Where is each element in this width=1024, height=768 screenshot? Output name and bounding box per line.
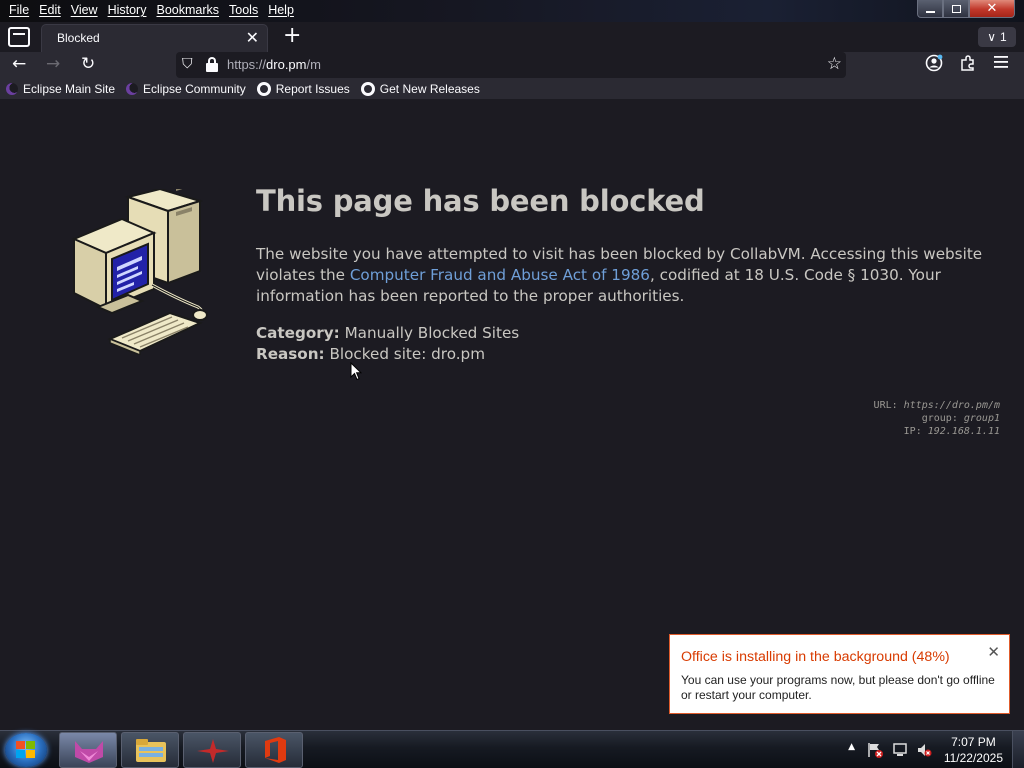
reason-value: Blocked site: dro.pm <box>329 345 485 363</box>
category-value: Manually Blocked Sites <box>344 324 520 342</box>
menu-bar: File Edit View History Bookmarks Tools H… <box>0 0 1024 22</box>
extensions-puzzle-icon[interactable] <box>959 54 977 77</box>
list-all-tabs-button[interactable]: ∨ 1 <box>978 27 1016 47</box>
browser-fox-icon <box>75 741 103 763</box>
tab-blocked[interactable]: Blocked ✕ <box>42 25 267 52</box>
menu-file[interactable]: File <box>4 2 34 18</box>
menu-edit[interactable]: Edit <box>34 2 66 18</box>
mouse-cursor-icon <box>350 362 362 381</box>
clock-date: 11/22/2025 <box>943 751 1003 765</box>
forward-arrow-icon[interactable]: → <box>46 54 60 74</box>
bookmark-label: Get New Releases <box>379 81 480 96</box>
computer-illustration <box>71 189 208 355</box>
minimize-icon <box>925 10 935 13</box>
new-tab-plus-icon[interactable]: + <box>283 25 301 47</box>
start-button[interactable] <box>5 733 47 767</box>
volume-muted-icon[interactable] <box>916 742 932 758</box>
chevron-down-icon: ∨ <box>987 30 997 44</box>
back-arrow-icon[interactable]: ← <box>12 54 26 74</box>
navigation-toolbar: ← → ↻ ⛉ https://dro.pm/m ☆ <box>0 52 1024 78</box>
minimize-button[interactable] <box>917 0 943 18</box>
block-description: The website you have attempted to visit … <box>256 244 996 307</box>
menu-bookmarks[interactable]: Bookmarks <box>151 2 224 18</box>
taskbar-office-button[interactable] <box>245 732 303 768</box>
meta-group: group: group1 <box>921 413 1000 424</box>
reason-label: Reason: <box>256 345 325 363</box>
windows-logo-icon <box>16 741 36 759</box>
cfaa-link[interactable]: Computer Fraud and Abuse Act of 1986 <box>350 266 650 284</box>
clock[interactable]: 7:07 PM 11/22/2025 <box>944 734 1003 766</box>
meta-ip: IP: 192.168.1.11 <box>903 426 1000 437</box>
page-title: This page has been blocked <box>256 184 705 218</box>
show-hidden-icons-chevron-icon[interactable]: ▲ <box>848 742 855 752</box>
bookmark-eclipse-main-site[interactable]: Eclipse Main Site <box>6 82 115 96</box>
show-desktop-button[interactable] <box>1012 731 1024 768</box>
tab-count: 1 <box>1000 30 1007 44</box>
url-bar[interactable]: ⛉ https://dro.pm/m ☆ <box>176 52 846 78</box>
reload-icon[interactable]: ↻ <box>81 54 95 74</box>
taskbar: ▲ 7:07 PM 11/22/2025 <box>0 730 1024 768</box>
network-icon[interactable] <box>892 742 908 758</box>
github-icon <box>256 81 271 96</box>
office-install-notification[interactable]: Office is installing in the background (… <box>669 634 1010 714</box>
category-line: Category: Manually Blocked Sites <box>256 324 519 342</box>
reason-line: Reason: Blocked site: dro.pm <box>256 345 485 363</box>
firefox-view-icon[interactable] <box>8 27 30 47</box>
menu-tools[interactable]: Tools <box>224 2 263 18</box>
tab-close-icon[interactable]: ✕ <box>246 28 259 47</box>
bookmark-star-icon[interactable]: ☆ <box>827 54 842 74</box>
taskbar-browser-button[interactable] <box>59 732 117 768</box>
category-label: Category: <box>256 324 340 342</box>
action-center-flag-icon[interactable] <box>867 742 883 758</box>
shield-icon[interactable]: ⛉ <box>182 56 193 72</box>
restore-button[interactable] <box>943 0 969 18</box>
bookmark-eclipse-community[interactable]: Eclipse Community <box>126 82 246 96</box>
notification-body: You can use your programs now, but pleas… <box>681 673 995 702</box>
lock-icon[interactable] <box>206 57 218 72</box>
bookmark-get-new-releases[interactable]: Get New Releases <box>360 81 480 96</box>
close-icon: ✕ <box>986 1 998 16</box>
eclipse-icon <box>126 82 139 95</box>
url-text[interactable]: https://dro.pm/m <box>227 57 321 72</box>
tab-title: Blocked <box>57 31 100 45</box>
tab-strip: Blocked ✕ + ∨ 1 <box>0 22 1024 52</box>
account-icon[interactable] <box>925 54 943 77</box>
menu-history[interactable]: History <box>103 2 152 18</box>
eclipse-icon <box>6 82 18 95</box>
clock-time: 7:07 PM <box>951 735 996 749</box>
notification-title: Office is installing in the background (… <box>681 649 950 665</box>
close-window-button[interactable]: ✕ <box>969 0 1015 18</box>
meta-url: URL: https://dro.pm/m <box>873 400 1000 411</box>
menu-view[interactable]: View <box>66 2 103 18</box>
taskbar-explorer-button[interactable] <box>121 732 179 768</box>
bookmark-label: Report Issues <box>275 81 350 96</box>
github-icon <box>360 81 375 96</box>
red-star-icon <box>197 739 229 763</box>
bookmark-label: Eclipse Community <box>143 81 246 96</box>
office-logo-icon <box>265 737 286 763</box>
taskbar-app-button[interactable] <box>183 732 241 768</box>
bookmark-label: Eclipse Main Site <box>23 81 116 96</box>
close-icon[interactable]: ✕ <box>987 643 1000 661</box>
folder-icon <box>136 739 166 762</box>
block-metadata: URL: https://dro.pm/m group: group1 IP: … <box>874 399 1000 438</box>
bookmark-report-issues[interactable]: Report Issues <box>256 81 350 96</box>
hamburger-menu-icon[interactable] <box>993 54 1009 75</box>
menu-help[interactable]: Help <box>263 2 299 18</box>
bookmarks-toolbar: Eclipse Main Site Eclipse Community Repo… <box>0 78 1024 99</box>
restore-icon <box>951 4 961 13</box>
